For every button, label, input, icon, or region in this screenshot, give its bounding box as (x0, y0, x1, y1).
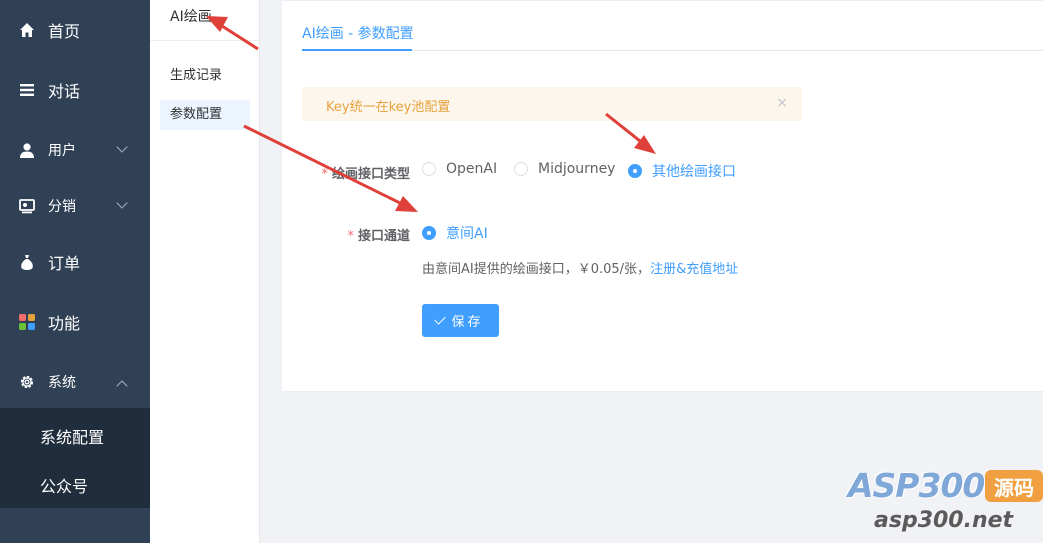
radio-midjourney[interactable]: Midjourney (514, 161, 615, 177)
nav-label: 功能 (48, 314, 81, 333)
radio-other-draw-api[interactable]: 其他绘画接口 (628, 161, 736, 181)
nav-label: 系统 (48, 375, 76, 391)
watermark-url: asp300.net (874, 508, 1014, 533)
money-bag-icon (18, 253, 36, 271)
list-icon (18, 81, 36, 99)
tab-parameter-config[interactable]: AI绘画 - 参数配置 (302, 23, 414, 43)
nav-item-features[interactable]: 功能 (0, 292, 150, 352)
tab-active-indicator (302, 49, 412, 51)
warning-alert: Key统一在key池配置 × (302, 87, 802, 121)
nav-label: 首页 (48, 22, 81, 41)
watermark-badge: 源码 (985, 470, 1043, 502)
radio-label: Midjourney (538, 161, 616, 177)
distribution-icon (18, 197, 36, 215)
watermark-brand: ASP300 (848, 466, 985, 505)
radio-label: OpenAI (446, 161, 498, 177)
nav-item-users[interactable]: 用户 (0, 120, 150, 180)
nav-item-home[interactable]: 首页 (0, 0, 150, 60)
nav-item-chat[interactable]: 对话 (0, 60, 150, 120)
alert-text: Key统一在key池配置 (326, 100, 451, 115)
close-icon[interactable]: × (776, 95, 788, 111)
nav-label: 对话 (48, 82, 81, 101)
radio-checked-icon (422, 226, 436, 240)
nav-label: 订单 (48, 254, 81, 273)
tab-bar-line (302, 50, 1043, 51)
nav-label: 用户 (48, 143, 76, 159)
radio-openai[interactable]: OpenAI (422, 161, 497, 177)
check-icon (434, 312, 447, 325)
radio-circle-icon (514, 162, 528, 176)
radio-label: 意间AI (446, 226, 488, 242)
form-label-draw-type: * 绘画接口类型 (321, 167, 410, 182)
nav-label: 分销 (48, 199, 76, 215)
sidebar-nav: 首页 对话 用户 分销 订单 功能 系统 系统配置 公众号 (0, 0, 150, 543)
form-label-text: 绘画接口类型 (331, 167, 410, 182)
form-label-text: 接口通道 (357, 229, 410, 244)
menu-item-parameter-config[interactable]: 参数配置 (160, 100, 250, 130)
register-recharge-link[interactable]: 注册&充值地址 (650, 262, 738, 277)
hint-text: 由意间AI提供的绘画接口，￥0.05/张， (422, 262, 651, 277)
chevron-down-icon (116, 197, 128, 209)
submenu-item-official-account[interactable]: 公众号 (40, 473, 88, 497)
save-button[interactable]: 保存 (422, 304, 499, 337)
radio-checked-icon (628, 164, 642, 178)
system-submenu: 系统配置 公众号 (0, 408, 150, 508)
save-button-label: 保存 (451, 315, 484, 330)
form-label-channel: * 接口通道 (347, 229, 410, 244)
radio-circle-icon (422, 162, 436, 176)
grid-icon (18, 313, 36, 331)
chevron-down-icon (116, 141, 128, 153)
config-card: AI绘画 - 参数配置 Key统一在key池配置 × * 绘画接口类型 OpenA… (281, 0, 1043, 392)
home-icon (18, 21, 36, 39)
nav-item-system[interactable]: 系统 (0, 352, 150, 412)
user-icon (18, 141, 36, 159)
secondary-menu-title: AI绘画 (170, 9, 212, 25)
radio-label: 其他绘画接口 (652, 164, 736, 180)
chevron-up-icon (116, 380, 128, 392)
submenu-item-system-config[interactable]: 系统配置 (40, 424, 104, 448)
nav-item-orders[interactable]: 订单 (0, 232, 150, 292)
gear-icon (18, 373, 36, 391)
channel-hint: 由意间AI提供的绘画接口，￥0.05/张，注册&充值地址 (422, 258, 738, 277)
nav-item-distribution[interactable]: 分销 (0, 176, 150, 236)
secondary-menu: AI绘画 生成记录 参数配置 (150, 0, 260, 543)
divider (150, 40, 260, 41)
menu-item-generation-records[interactable]: 生成记录 (160, 61, 250, 91)
radio-yijian-ai[interactable]: 意间AI (422, 223, 488, 243)
